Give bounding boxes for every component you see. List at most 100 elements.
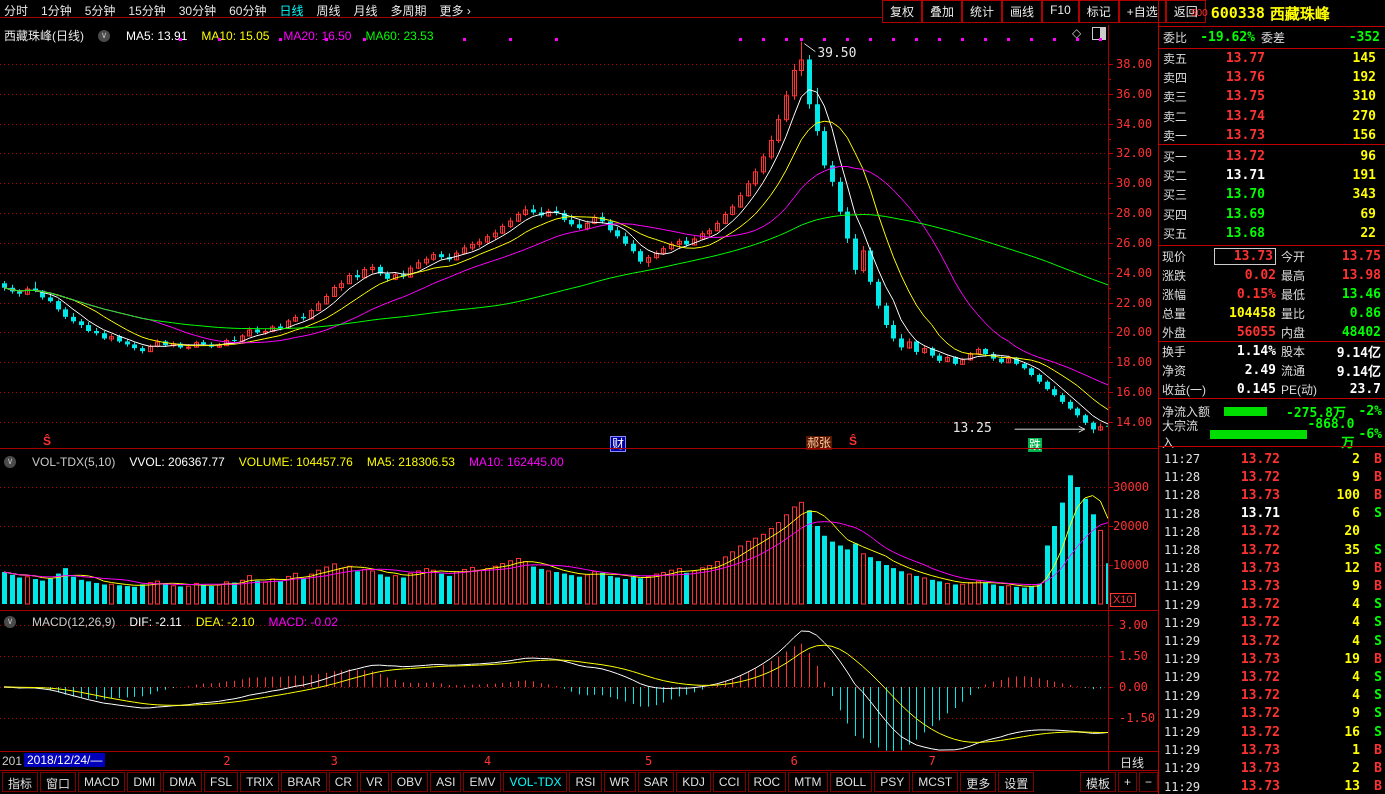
tick-flag: S	[1360, 506, 1385, 521]
indicator-tab-DMA[interactable]: DMA	[163, 772, 202, 792]
indicator-tabbar: 指标窗口MACDDMIDMAFSLTRIXBRARCRVROBVASIEMVVO…	[0, 772, 1158, 794]
volume-chart-canvas[interactable]	[0, 450, 1108, 610]
tick-price: 13.72	[1208, 597, 1280, 612]
tick-price: 13.73	[1208, 561, 1280, 576]
indicator-tab-窗口[interactable]: 窗口	[40, 772, 76, 792]
tick-time: 11:29	[1164, 707, 1208, 721]
tick-flag: B	[1360, 561, 1385, 576]
indicator-tab-ROC[interactable]: ROC	[748, 772, 787, 792]
indicator-tab-EMV[interactable]: EMV	[463, 772, 501, 792]
indicator-tab-PSY[interactable]: PSY	[874, 772, 910, 792]
indicator-tab-CR[interactable]: CR	[329, 772, 358, 792]
pane-border	[0, 610, 1158, 611]
level-volume: 310	[1265, 89, 1385, 104]
tick-flag: B	[1360, 761, 1385, 776]
indicator-tab-更多[interactable]: 更多	[960, 772, 996, 792]
indicator-tab-ASI[interactable]: ASI	[430, 772, 461, 792]
info-value: 104458	[1214, 306, 1276, 321]
info-value: 2.49	[1214, 363, 1276, 378]
tick-flag: B	[1360, 470, 1385, 485]
info-label: 现价	[1162, 248, 1214, 265]
tick-volume: 16	[1280, 725, 1360, 740]
selected-date[interactable]: 2018/12/24/—	[24, 753, 105, 767]
indicator-tab-MTM[interactable]: MTM	[788, 772, 827, 792]
indicator-tab-CCI[interactable]: CCI	[713, 772, 746, 792]
tick-time: 11:28	[1164, 488, 1208, 502]
indicator-tab-TRIX[interactable]: TRIX	[240, 772, 279, 792]
level-volume: 69	[1265, 207, 1385, 222]
info-value: 9.14亿	[1327, 361, 1385, 380]
indicator-tab-SAR[interactable]: SAR	[638, 772, 675, 792]
indicator-tab-KDJ[interactable]: KDJ	[676, 772, 711, 792]
indicator-tab-指标[interactable]: 指标	[2, 772, 38, 792]
chevron-down-icon[interactable]: ∨	[4, 456, 16, 468]
info-label: 外盘	[1162, 324, 1214, 341]
info-row: 净资2.49流通9.14亿	[1159, 361, 1385, 380]
indicator-tab-设置[interactable]: 设置	[998, 772, 1034, 792]
info-label: 流通	[1281, 362, 1327, 379]
info-row: 涨跌0.02最高13.98	[1159, 266, 1385, 285]
indicator-tab-BRAR[interactable]: BRAR	[281, 772, 326, 792]
indicator-tab-FSL[interactable]: FSL	[204, 772, 238, 792]
tick-price: 13.73	[1208, 652, 1280, 667]
price-tick-label: 24.00	[1116, 266, 1162, 280]
tab-control-−[interactable]: −	[1139, 772, 1158, 792]
indicator-tab-MCST[interactable]: MCST	[912, 772, 958, 792]
tick-row: 11:2913.729S	[1159, 705, 1385, 723]
tab-control-+[interactable]: +	[1118, 772, 1137, 792]
tick-time: 11:29	[1164, 634, 1208, 648]
level-volume: 156	[1265, 128, 1385, 143]
tool-button-统计[interactable]: 统计	[962, 0, 1002, 23]
tool-button-叠加[interactable]: 叠加	[922, 0, 962, 23]
tool-button-复权[interactable]: 复权	[882, 0, 922, 23]
tab-control-模板[interactable]: 模板	[1080, 772, 1116, 792]
indicator-tab-VR[interactable]: VR	[360, 772, 389, 792]
indicator-tab-MACD[interactable]: MACD	[78, 772, 125, 792]
price-tick-label: 20.00	[1116, 325, 1162, 339]
level-row-买三: 买三13.70343	[1159, 185, 1385, 204]
info-row: 收益(一)0.145PE(动)23.7	[1159, 380, 1385, 399]
month-label-6: 6	[791, 754, 798, 768]
tick-volume: 6	[1280, 506, 1360, 521]
tick-flag: S	[1360, 706, 1385, 721]
tool-button-标记[interactable]: 标记	[1079, 0, 1119, 23]
tick-volume: 100	[1280, 488, 1360, 503]
indicator-tab-VOL-TDX[interactable]: VOL-TDX	[503, 772, 567, 792]
month-label-5: 5	[645, 754, 652, 768]
tick-flag: S	[1360, 688, 1385, 703]
tick-row: 11:2913.7216S	[1159, 723, 1385, 741]
tick-time: 11:28	[1164, 525, 1208, 539]
macd-chart-canvas[interactable]	[0, 612, 1108, 751]
tick-price: 13.72	[1208, 470, 1280, 485]
chart-badge: Ŝ	[848, 434, 858, 448]
month-label-3: 3	[331, 754, 338, 768]
indicator-tab-DMI[interactable]: DMI	[127, 772, 161, 792]
tick-flag: S	[1360, 597, 1385, 612]
tick-price: 13.72	[1208, 524, 1280, 539]
tick-price: 13.73	[1208, 488, 1280, 503]
indicator-tab-OBV[interactable]: OBV	[391, 772, 428, 792]
level-label: 买二	[1163, 167, 1203, 184]
indicator-tab-RSI[interactable]: RSI	[569, 772, 601, 792]
tick-row: 11:2913.732B	[1159, 759, 1385, 777]
tool-button-画线[interactable]: 画线	[1002, 0, 1042, 23]
indicator-tab-BOLL[interactable]: BOLL	[830, 772, 873, 792]
price-chart-canvas[interactable]	[0, 25, 1108, 448]
tick-row: 11:2813.7312B	[1159, 559, 1385, 577]
tool-button-F10[interactable]: F10	[1042, 0, 1079, 23]
legend-item: VOLUME: 104457.76	[239, 455, 353, 469]
chevron-down-icon[interactable]: ∨	[4, 616, 16, 628]
info-value: 13.75	[1327, 249, 1385, 264]
indicator-tab-WR[interactable]: WR	[604, 772, 636, 792]
level-volume: 96	[1265, 149, 1385, 164]
flow-bar	[1210, 430, 1308, 439]
tick-price: 13.73	[1208, 761, 1280, 776]
tick-row: 11:2913.724S	[1159, 614, 1385, 632]
tick-row: 11:2913.724S	[1159, 632, 1385, 650]
tick-row: 11:2913.731B	[1159, 741, 1385, 759]
level-price: 13.74	[1203, 109, 1265, 124]
tick-price: 13.72	[1208, 543, 1280, 558]
info-label: PE(动)	[1281, 381, 1327, 398]
tick-row: 11:2813.716S	[1159, 505, 1385, 523]
level-price: 13.76	[1203, 70, 1265, 85]
